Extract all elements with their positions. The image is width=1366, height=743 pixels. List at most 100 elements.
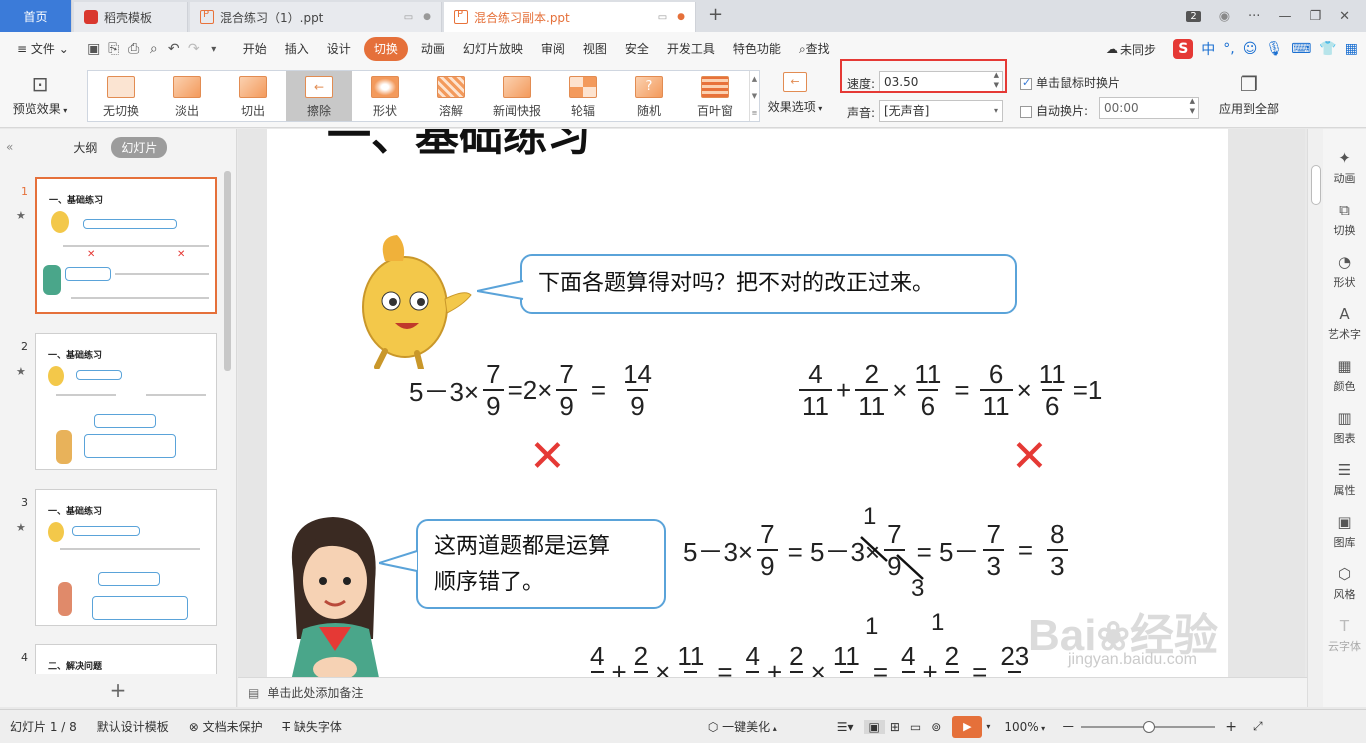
sound-select[interactable]: [无声音] ▾ (879, 100, 1003, 122)
minimize-icon[interactable]: — (1278, 9, 1291, 24)
menu-design[interactable]: 设计 (318, 37, 360, 61)
sorter-view-icon[interactable]: ⊞ (885, 720, 905, 734)
monitor-icon[interactable]: ▭ (658, 12, 667, 23)
keyboard-icon[interactable]: ⌨ (1291, 41, 1311, 57)
tab-doc-2[interactable]: 混合练习副本.ppt ▭ ● (444, 2, 696, 32)
mic-icon[interactable]: 🎙 (1265, 41, 1283, 57)
effect-none[interactable]: 无切换 (88, 71, 154, 121)
click-advance-checkbox[interactable]: 单击鼠标时换片 (1020, 74, 1120, 91)
skin-icon[interactable]: 👕 (1319, 41, 1336, 57)
tab-doc-1[interactable]: 混合练习（1）.ppt ▭ ● (190, 2, 442, 32)
scroll-up-icon[interactable]: ▲ (752, 75, 757, 83)
punct-icon[interactable]: °, (1223, 41, 1234, 57)
export-icon[interactable]: ⎘ (104, 39, 124, 59)
presenter-view-icon[interactable]: ⊚ (926, 720, 946, 734)
reading-view-icon[interactable]: ▭ (905, 720, 926, 734)
apply-all-button[interactable]: ❐ 应用到全部 (1214, 72, 1284, 117)
zoom-slider-thumb[interactable] (1143, 720, 1156, 733)
zoom-out-button[interactable]: － (1055, 717, 1081, 737)
tab-slides[interactable]: 幻灯片 (111, 136, 168, 158)
chevron-down-icon[interactable]: ▾ (982, 722, 994, 731)
auto-advance-checkbox[interactable]: 自动换片: (1020, 102, 1088, 119)
fit-window-icon[interactable]: ⤢ (1247, 719, 1269, 734)
restore-icon[interactable]: ❐ (1309, 9, 1321, 24)
auto-time-input[interactable]: 00:00 ▲ ▼ (1099, 97, 1199, 119)
save-icon[interactable]: ▣ (84, 39, 104, 59)
design-template[interactable]: 默认设计模板 (87, 718, 179, 735)
grid-icon[interactable]: ▦ (1345, 41, 1358, 57)
pane-properties[interactable]: ☰ 属性 (1323, 453, 1366, 505)
pane-animation[interactable]: ✦ 动画 (1323, 141, 1366, 193)
print-icon[interactable]: ⎙ (124, 39, 144, 59)
pane-gallery[interactable]: ▣ 图库 (1323, 505, 1366, 557)
effect-fade[interactable]: 淡出 (154, 71, 220, 121)
menu-features[interactable]: 特色功能 (724, 37, 790, 61)
zoom-level[interactable]: 100% ▾ (994, 720, 1055, 734)
effect-wheel[interactable]: 轮辐 (550, 71, 616, 121)
missing-fonts[interactable]: T̶ 缺失字体 (273, 718, 352, 735)
collapse-pane-icon[interactable]: « (6, 140, 13, 154)
pane-chart[interactable]: ▥ 图表 (1323, 401, 1366, 453)
slide-title[interactable]: 一、基础练习 (327, 129, 591, 163)
gallery-scroll[interactable]: ▲ ▼ ≡ (749, 71, 759, 121)
expand-icon[interactable]: ≡ (752, 109, 758, 117)
normal-view-icon[interactable]: ▣ (863, 719, 885, 734)
align-menu-icon[interactable]: ☰▾ (827, 720, 864, 734)
undo-icon[interactable]: ↶ (164, 39, 184, 59)
canvas-scrollbar[interactable] (1307, 129, 1323, 707)
file-menu[interactable]: ≡ 文件 ⌄ (8, 37, 78, 61)
pane-scrollbar[interactable] (224, 171, 231, 371)
pane-wordart[interactable]: A 艺术字 (1323, 297, 1366, 349)
slide-thumbnail-1[interactable]: 一、基础练习 ✕ ✕ (35, 177, 217, 314)
menu-developer[interactable]: 开发工具 (658, 37, 724, 61)
menu-slideshow[interactable]: 幻灯片放映 (454, 37, 532, 61)
slide-thumbnail-2[interactable]: 一、基础练习 (35, 333, 217, 470)
search-button[interactable]: ⌕查找 (790, 37, 839, 61)
effect-random[interactable]: ? 随机 (616, 71, 682, 121)
tab-docer[interactable]: 稻壳模板 (74, 2, 188, 32)
more-icon[interactable]: ··· (1248, 9, 1260, 24)
sync-status[interactable]: ☁ 未同步 (1106, 41, 1156, 58)
close-icon[interactable]: ✕ (1339, 9, 1350, 24)
add-slide-button[interactable]: + (0, 674, 236, 707)
menu-insert[interactable]: 插入 (276, 37, 318, 61)
time-spinner-icon[interactable]: ▲ ▼ (1190, 96, 1195, 116)
effect-newsflash[interactable]: 新闻快报 (484, 71, 550, 121)
doc-protect-status[interactable]: ⊗ 文档未保护 (179, 718, 273, 735)
slide[interactable]: 一、基础练习 下面各题算得对吗？把不对的改正过来。 5－3× 79 =2× 79… (267, 129, 1228, 677)
window-count-badge[interactable]: 2 (1186, 10, 1201, 22)
potato-mascot-image[interactable] (347, 221, 477, 369)
redo-icon[interactable]: ↷ (184, 39, 204, 59)
beautify-button[interactable]: ⬡ 一键美化 ▴ (698, 718, 787, 735)
girl-image[interactable] (275, 511, 393, 677)
pane-transition[interactable]: ⧉ 切换 (1323, 193, 1366, 245)
customize-icon[interactable]: ▾ (204, 39, 224, 59)
menu-security[interactable]: 安全 (616, 37, 658, 61)
preview-effect-button[interactable]: ⊡ 预览效果 ▾ (8, 72, 72, 117)
effect-shape[interactable]: 形状 (352, 71, 418, 121)
transition-star-icon[interactable]: ★ (16, 209, 26, 222)
menu-start[interactable]: 开始 (234, 37, 276, 61)
effect-blinds[interactable]: 百叶窗 (682, 71, 748, 121)
pane-color[interactable]: ▦ 颜色 (1323, 349, 1366, 401)
tab-outline[interactable]: 大纲 (63, 137, 107, 158)
slide-thumbnail-4[interactable]: 二、解决问题 (35, 644, 217, 674)
zoom-in-button[interactable]: + (1215, 719, 1247, 735)
home-tab[interactable]: 首页 (0, 0, 72, 32)
transition-star-icon[interactable]: ★ (16, 365, 26, 378)
slide-thumbnail-3[interactable]: 一、基础练习 (35, 489, 217, 626)
menu-transition[interactable]: 切换 (363, 37, 408, 61)
equation-4[interactable]: 4 + 2 × 11 = 4 + 2 × 11 = 4 + 2 = 23 (583, 643, 1036, 677)
zoom-slider[interactable] (1081, 720, 1216, 733)
print-preview-icon[interactable]: ⌕ (144, 39, 164, 59)
play-slideshow-button[interactable]: ▶ (952, 715, 983, 738)
sogou-icon[interactable]: S (1173, 39, 1194, 59)
effect-options-button[interactable]: ← 效果选项 ▾ (764, 72, 826, 115)
speech-bubble-1[interactable]: 下面各题算得对吗？把不对的改正过来。 (520, 254, 1017, 314)
pane-cloud-font[interactable]: T 云字体 (1323, 609, 1366, 661)
effect-cut[interactable]: 切出 (220, 71, 286, 121)
menu-animation[interactable]: 动画 (412, 37, 454, 61)
new-tab-button[interactable]: + (708, 4, 723, 25)
scroll-thumb[interactable] (1311, 165, 1321, 205)
menu-view[interactable]: 视图 (574, 37, 616, 61)
